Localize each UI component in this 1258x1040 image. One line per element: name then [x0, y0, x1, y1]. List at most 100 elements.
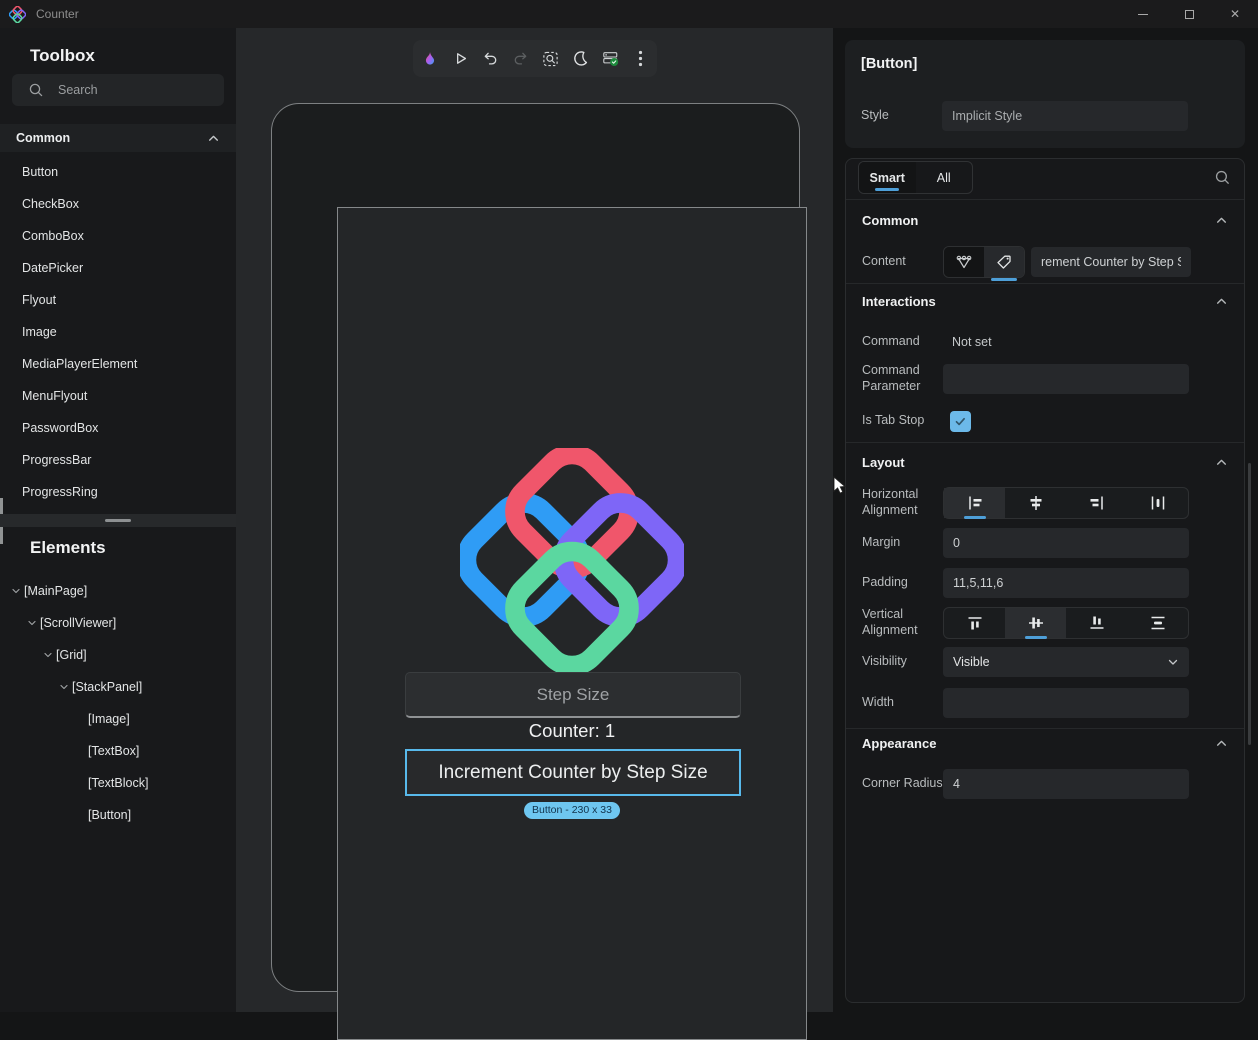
- visibility-dropdown[interactable]: Visible: [943, 647, 1189, 677]
- minimize-button[interactable]: [1120, 0, 1166, 28]
- tree-item-textblock[interactable]: [TextBlock]: [0, 767, 236, 799]
- width-input[interactable]: [943, 688, 1189, 718]
- tab-all[interactable]: All: [916, 162, 973, 193]
- halign-left-button[interactable]: [944, 488, 1005, 519]
- section-layout[interactable]: Layout: [862, 448, 1228, 476]
- selected-element-card: [Button] Style: [845, 40, 1245, 148]
- halign-stretch-button[interactable]: [1127, 488, 1188, 518]
- increment-button[interactable]: Increment Counter by Step Size: [407, 751, 739, 794]
- command-parameter-input[interactable]: [943, 363, 1189, 394]
- halign-right-button[interactable]: [1066, 488, 1127, 518]
- content-binding-toggle[interactable]: [944, 247, 984, 277]
- maximize-button[interactable]: [1166, 0, 1212, 28]
- tree-item-scrollviewer[interactable]: [ScrollViewer]: [0, 607, 236, 639]
- toolbox-search[interactable]: [12, 74, 224, 106]
- tree-item-label: [ScrollViewer]: [40, 616, 117, 630]
- valign-top-button[interactable]: [944, 608, 1005, 638]
- section-common[interactable]: Common: [862, 206, 1228, 234]
- canvas-toolbar: [413, 40, 657, 77]
- section-appearance[interactable]: Appearance: [862, 729, 1228, 757]
- step-size-textbox[interactable]: Step Size: [405, 672, 741, 718]
- undo-icon[interactable]: [482, 50, 499, 68]
- toolbox-item-menuflyout[interactable]: MenuFlyout: [0, 380, 236, 412]
- chevron-up-icon[interactable]: [1215, 456, 1228, 469]
- divider: [846, 442, 1244, 443]
- command-value[interactable]: Not set: [952, 335, 992, 349]
- properties-search-icon[interactable]: [1214, 169, 1231, 186]
- close-icon: ✕: [1229, 7, 1241, 21]
- toolbox-item-button[interactable]: Button: [0, 156, 236, 188]
- theme-moon-icon[interactable]: [572, 50, 589, 68]
- toolbox-item-passwordbox[interactable]: PasswordBox: [0, 412, 236, 444]
- chevron-down-icon[interactable]: [55, 681, 72, 693]
- tree-item-grid[interactable]: [Grid]: [0, 639, 236, 671]
- design-canvas: Step Size Counter: 1 Increment Counter b…: [236, 28, 833, 1040]
- content-mode-toggle: [943, 246, 1025, 281]
- counter-textblock[interactable]: Counter: 1: [338, 720, 806, 742]
- corner-radius-input[interactable]: [943, 769, 1189, 799]
- margin-input[interactable]: [943, 528, 1189, 558]
- is-tab-stop-checkbox[interactable]: [950, 410, 971, 432]
- toolbox-item-datepicker[interactable]: DatePicker: [0, 252, 236, 284]
- style-input[interactable]: [942, 101, 1188, 131]
- connection-status-ok-icon[interactable]: [602, 50, 619, 68]
- tree-item-button[interactable]: [Button]: [0, 799, 236, 831]
- toolbox-item-flyout[interactable]: Flyout: [0, 284, 236, 316]
- divider: [846, 283, 1244, 284]
- chevron-down-icon[interactable]: [23, 617, 40, 629]
- properties-scrollbar-thumb[interactable]: [1248, 463, 1251, 745]
- align-right-icon: [1088, 494, 1106, 512]
- command-parameter-row: Command Parameter: [862, 360, 1228, 397]
- stretch-horizontal-icon: [1149, 494, 1167, 512]
- toolbox-list: Button CheckBox ComboBox DatePicker Flyo…: [0, 156, 236, 508]
- horizontal-alignment-control: [943, 487, 1189, 519]
- content-literal-toggle[interactable]: [984, 247, 1024, 281]
- valign-center-button[interactable]: [1005, 608, 1066, 639]
- align-center-horizontal-icon: [1027, 494, 1045, 512]
- section-interactions[interactable]: Interactions: [862, 287, 1228, 315]
- tree-item-image[interactable]: [Image]: [0, 703, 236, 735]
- device-frame: Step Size Counter: 1 Increment Counter b…: [271, 103, 807, 1040]
- align-center-vertical-icon: [1027, 614, 1045, 632]
- tab-smart-label: Smart: [869, 170, 905, 185]
- device-screen[interactable]: Step Size Counter: 1 Increment Counter b…: [337, 207, 807, 1040]
- panel-splitter[interactable]: [0, 514, 236, 527]
- margin-row: Margin: [862, 528, 1228, 558]
- chevron-up-icon[interactable]: [1215, 214, 1228, 227]
- padding-row: Padding: [862, 568, 1228, 598]
- chevron-up-icon[interactable]: [1215, 295, 1228, 308]
- tree-item-label: [TextBox]: [88, 744, 140, 758]
- tree-item-label: [TextBlock]: [88, 776, 149, 790]
- more-options-icon[interactable]: [632, 50, 649, 68]
- zoom-to-selection-icon[interactable]: [542, 50, 559, 68]
- toolbox-item-image[interactable]: Image: [0, 316, 236, 348]
- chevron-down-icon[interactable]: [39, 649, 56, 661]
- toolbox-item-progressbar[interactable]: ProgressBar: [0, 444, 236, 476]
- close-button[interactable]: ✕: [1212, 0, 1258, 28]
- toolbox-item-combobox[interactable]: ComboBox: [0, 220, 236, 252]
- tree-item-mainpage[interactable]: [MainPage]: [0, 575, 236, 607]
- chevron-down-icon[interactable]: [7, 585, 24, 597]
- content-input[interactable]: [1031, 247, 1191, 277]
- valign-stretch-button[interactable]: [1127, 608, 1188, 638]
- properties-card: Smart All Common Content rement Counter …: [845, 158, 1245, 1003]
- chevron-up-icon[interactable]: [1215, 737, 1228, 750]
- toolbox-item-progressring[interactable]: ProgressRing: [0, 476, 236, 508]
- search-input[interactable]: [56, 82, 206, 98]
- padding-input[interactable]: [943, 568, 1189, 598]
- valign-bottom-button[interactable]: [1066, 608, 1127, 638]
- redo-icon[interactable]: [512, 50, 529, 68]
- tree-item-textbox[interactable]: [TextBox]: [0, 735, 236, 767]
- margin-label: Margin: [862, 535, 901, 550]
- tree-item-stackpanel[interactable]: [StackPanel]: [0, 671, 236, 703]
- toolbox-item-checkbox[interactable]: CheckBox: [0, 188, 236, 220]
- toolbox-item-mediaplayerelement[interactable]: MediaPlayerElement: [0, 348, 236, 380]
- hot-reload-flame-icon[interactable]: [422, 50, 439, 68]
- halign-center-button[interactable]: [1005, 488, 1066, 518]
- tag-icon: [995, 253, 1013, 271]
- tree-item-label: [Button]: [88, 808, 132, 822]
- uno-platform-logo[interactable]: [460, 448, 684, 672]
- tab-smart[interactable]: Smart: [859, 162, 916, 193]
- play-icon[interactable]: [452, 50, 469, 68]
- toolbox-section-common[interactable]: Common: [0, 124, 236, 152]
